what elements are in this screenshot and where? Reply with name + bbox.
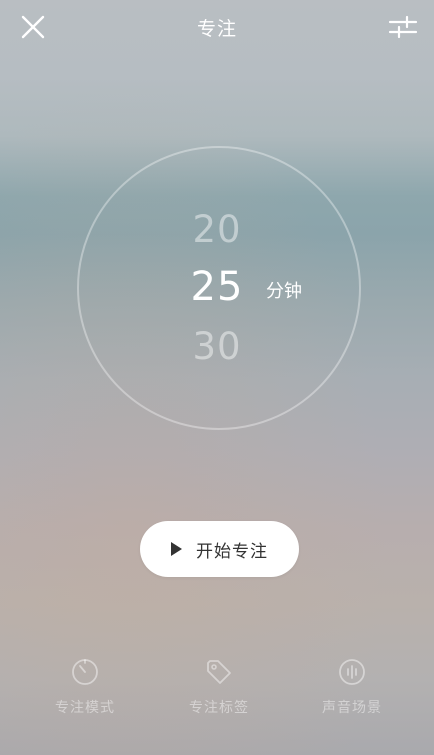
sound-wave-icon xyxy=(339,659,365,685)
page-title: 专注 xyxy=(196,18,237,40)
duration-option-next[interactable]: 30 xyxy=(0,325,434,368)
top-bar: 专注 xyxy=(0,0,434,52)
start-focus-label: 开始专注 xyxy=(196,541,268,562)
tag-icon xyxy=(207,660,231,684)
settings-button[interactable] xyxy=(386,10,420,44)
duration-option-selected[interactable]: 25 xyxy=(0,264,434,310)
duration-option-prev[interactable]: 20 xyxy=(0,208,434,251)
play-icon xyxy=(171,542,182,556)
nav-item-label: 专注标签 xyxy=(189,700,249,716)
bottom-nav: 专注模式 专注标签 声音场景 xyxy=(0,650,434,730)
nav-item-label: 声音场景 xyxy=(322,700,382,716)
start-focus-button[interactable]: 开始专注 xyxy=(140,521,299,577)
nav-item-focus-tag[interactable]: 专注标签 xyxy=(159,650,279,717)
timer-icon xyxy=(72,659,98,685)
nav-item-label: 专注模式 xyxy=(55,700,115,716)
duration-unit-label: 分钟 xyxy=(266,281,302,302)
sliders-icon xyxy=(388,15,418,39)
nav-item-sound-scene[interactable]: 声音场景 xyxy=(292,650,412,717)
nav-item-focus-mode[interactable]: 专注模式 xyxy=(25,650,145,717)
